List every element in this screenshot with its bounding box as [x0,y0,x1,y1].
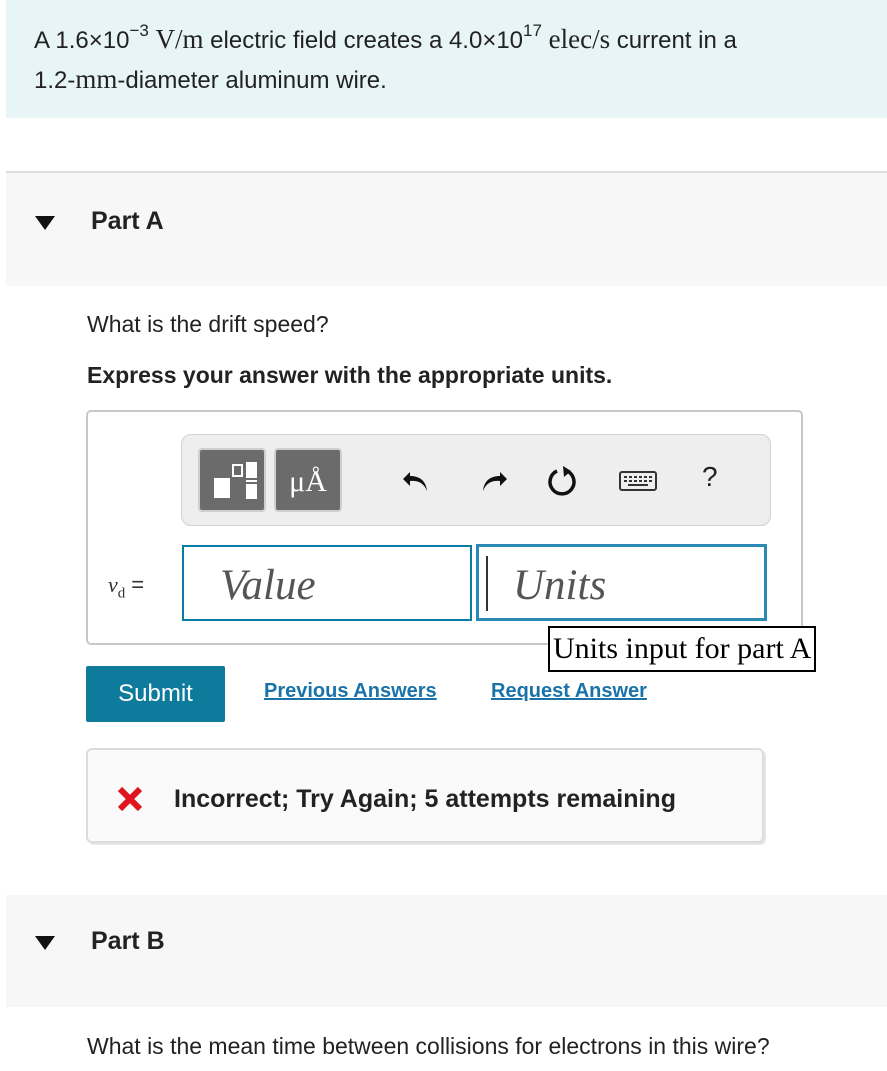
field-unit: V/m [155,24,204,54]
units-icon: μÅ [289,465,327,498]
math-toolbar: μÅ ? [181,434,771,526]
part-a-title: Part A [91,207,164,235]
variable-subscript: d [117,585,126,602]
submit-button[interactable]: Submit [86,666,225,722]
current-exponent: 17 [523,21,542,40]
part-b-question: What is the mean time between collisions… [87,1033,770,1059]
diameter-unit: mm [75,64,118,94]
units-tooltip: Units input for part A [548,626,817,672]
feedback-box: Incorrect; Try Again; 5 attempts remaini… [86,748,764,843]
value-input[interactable]: Value [182,545,472,621]
collapse-triangle-icon[interactable] [35,216,55,230]
diameter-value: 1.2- [34,67,76,94]
problem-line-1: A 1.6×10−3 V/m electric field creates a … [34,20,887,60]
collapse-triangle-icon[interactable] [35,936,55,950]
templates-button[interactable] [198,448,266,512]
current-unit: elec/s [548,24,611,54]
reset-icon[interactable] [545,464,579,498]
keyboard-icon[interactable] [618,464,658,498]
variable-symbol: v [108,572,118,597]
units-input[interactable]: Units [476,544,767,621]
equals-sign: = [131,572,145,597]
field-exponent: −3 [129,21,149,40]
request-answer-link[interactable]: Request Answer [491,680,647,703]
part-b-header[interactable]: Part B [6,895,887,1007]
problem-text: current in a [610,27,737,54]
undo-icon[interactable] [400,464,434,498]
value-placeholder: Value [220,562,316,609]
previous-answers-link[interactable]: Previous Answers [264,680,437,703]
part-b-title: Part B [91,927,165,955]
variable-label: vd = [108,572,144,602]
problem-text: -diameter aluminum wire. [117,67,387,94]
problem-statement: A 1.6×10−3 V/m electric field creates a … [6,0,887,118]
part-a-question: What is the drift speed? [87,311,329,337]
redo-icon[interactable] [476,464,510,498]
units-placeholder: Units [513,562,607,609]
part-a-instruction: Express your answer with the appropriate… [87,362,613,388]
answer-box: μÅ ? vd = Value Units [86,410,803,645]
feedback-message: Incorrect; Try Again; 5 attempts remaini… [174,785,676,813]
problem-text: A 1.6×10 [34,27,130,54]
text-caret [486,556,488,611]
units-button[interactable]: μÅ [274,448,342,512]
help-icon[interactable]: ? [702,461,718,493]
part-a-header[interactable]: Part A [6,171,887,286]
problem-text: electric field creates a 4.0×10 [203,27,524,54]
problem-line-2: 1.2-mm-diameter aluminum wire. [34,60,887,100]
incorrect-x-icon [117,786,143,812]
